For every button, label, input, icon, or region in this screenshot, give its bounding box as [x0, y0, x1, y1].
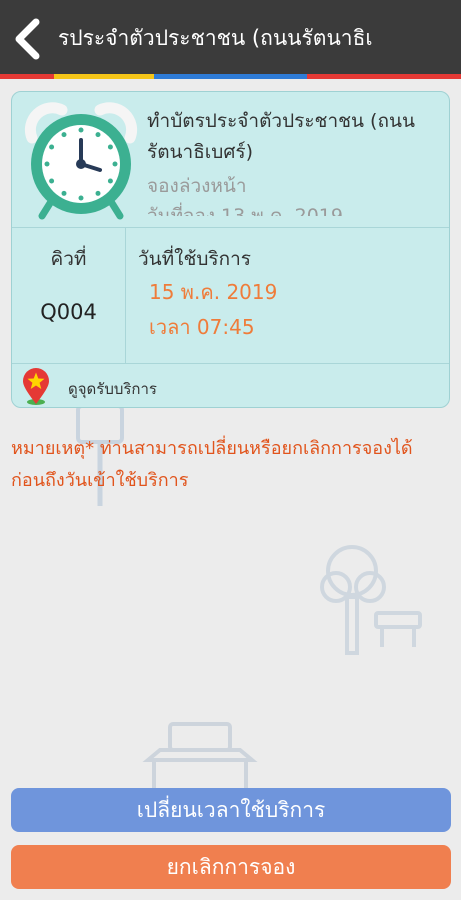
location-label: ดูจุดรับบริการ [68, 380, 157, 398]
service-time: เวลา 07:45 [149, 315, 255, 339]
chevron-left-icon[interactable] [10, 17, 46, 61]
strip-red-2 [307, 74, 461, 79]
service-date-label: วันที่ใช้บริการ [138, 248, 251, 270]
booked-date: วันที่จอง 13 พ.ค. 2019 [147, 205, 343, 216]
page-title: รประจำตัวประชาชน (ถนนรัตนาธิเ [58, 26, 373, 50]
booking-details: คิวที่ Q004 วันที่ใช้บริการ 15 พ.ค. 2019… [12, 227, 449, 364]
booking-card: ทำบัตรประจำตัวประชาชน (ถนนรัตนาธิเบศร์) … [11, 91, 450, 408]
strip-yellow [54, 74, 154, 79]
view-location-link[interactable]: ดูจุดรับบริการ [12, 363, 449, 407]
map-pin-star-icon [23, 368, 49, 405]
color-strip [0, 74, 461, 79]
top-app-bar: รประจำตัวประชาชน (ถนนรัตนาธิเ [0, 0, 461, 74]
bench-icon [374, 611, 422, 629]
tree-icon [320, 545, 422, 655]
shop-icon [142, 722, 258, 798]
queue-label: คิวที่ [50, 248, 87, 270]
strip-blue [154, 74, 307, 79]
strip-red [0, 74, 54, 79]
service-date: 15 พ.ค. 2019 [149, 280, 278, 304]
booking-summary: ทำบัตรประจำตัวประชาชน (ถนนรัตนาธิเบศร์) … [12, 92, 449, 226]
booking-type: จองล่วงหน้า [147, 175, 247, 197]
cancel-booking-button[interactable]: ยกเลิกการจอง [11, 845, 451, 889]
change-time-button[interactable]: เปลี่ยนเวลาใช้บริการ [11, 788, 451, 832]
queue-column: คิวที่ Q004 [12, 228, 126, 363]
booking-title: ทำบัตรประจำตัวประชาชน (ถนนรัตนาธิเบศร์) [147, 110, 415, 163]
alarm-clock-icon [24, 102, 138, 220]
notice-text: หมายเหตุ* ท่านสามารถเปลี่ยนหรือยกเลิกการ… [11, 438, 413, 491]
queue-number: Q004 [40, 300, 97, 324]
